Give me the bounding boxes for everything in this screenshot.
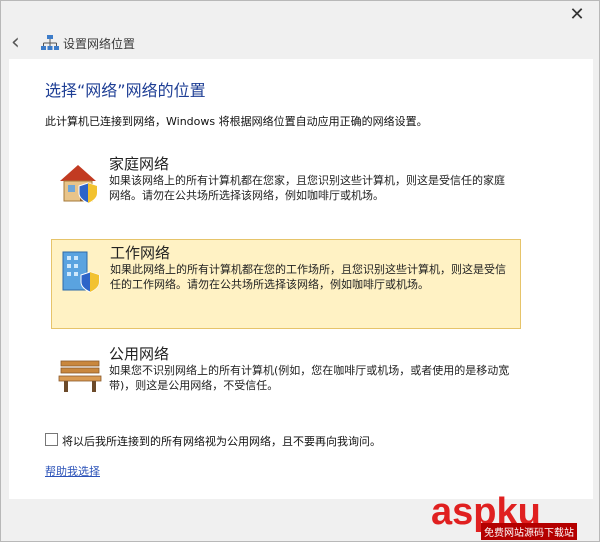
home-network-option[interactable]: 家庭网络 如果该网络上的所有计算机都在您家，且您识别这些计算机，则这是受信任的家… <box>51 151 521 221</box>
option-description: 如果您不识别网络上的所有计算机(例如，您在咖啡厅或机场，或者使用的是移动宽带)，… <box>109 364 510 392</box>
close-button[interactable]: ✕ <box>555 1 599 29</box>
help-me-choose-link[interactable]: 帮助我选择 <box>45 463 100 479</box>
public-network-option[interactable]: 公用网络 如果您不识别网络上的所有计算机(例如，您在咖啡厅或机场，或者使用的是移… <box>51 341 521 411</box>
option-description: 如果此网络上的所有计算机都在您的工作场所，且您识别这些计算机，则这是受信任的工作… <box>110 263 506 291</box>
network-icon <box>41 35 59 50</box>
option-label: 公用网络 <box>109 345 170 363</box>
option-label: 家庭网络 <box>109 155 170 173</box>
option-description: 如果该网络上的所有计算机都在您家，且您识别这些计算机，则这是受信任的家庭网络。请… <box>109 174 505 202</box>
checkbox-label: 将以后我所连接到的所有网络视为公用网络，且不要再向我询问。 <box>62 435 381 448</box>
network-location-window: ✕ ‹ 设置网络位置 选择“网络”网络的位置 此计算机已连接到网络，Window… <box>0 0 600 542</box>
public-network-checkbox-row[interactable]: 将以后我所连接到的所有网络视为公用网络，且不要再向我询问。 <box>45 433 381 449</box>
option-label: 工作网络 <box>110 244 171 262</box>
house-shield-icon <box>60 165 98 204</box>
office-building-shield-icon <box>62 251 100 293</box>
page-heading: 选择“网络”网络的位置 <box>45 81 206 100</box>
work-network-option[interactable]: 工作网络 如果此网络上的所有计算机都在您的工作场所，且您识别这些计算机，则这是受… <box>51 239 521 329</box>
back-button[interactable]: ‹ <box>11 31 33 55</box>
page-description: 此计算机已连接到网络，Windows 将根据网络位置自动应用正确的网络设置。 <box>45 115 428 128</box>
title-bar: ✕ ‹ 设置网络位置 <box>1 1 599 59</box>
treat-all-public-checkbox[interactable] <box>45 433 58 446</box>
content-panel: 选择“网络”网络的位置 此计算机已连接到网络，Windows 将根据网络位置自动… <box>9 59 593 499</box>
window-title: 设置网络位置 <box>63 37 136 51</box>
site-watermark-subtitle: 免费网站源码下载站 <box>481 523 577 540</box>
park-bench-icon <box>58 360 102 392</box>
